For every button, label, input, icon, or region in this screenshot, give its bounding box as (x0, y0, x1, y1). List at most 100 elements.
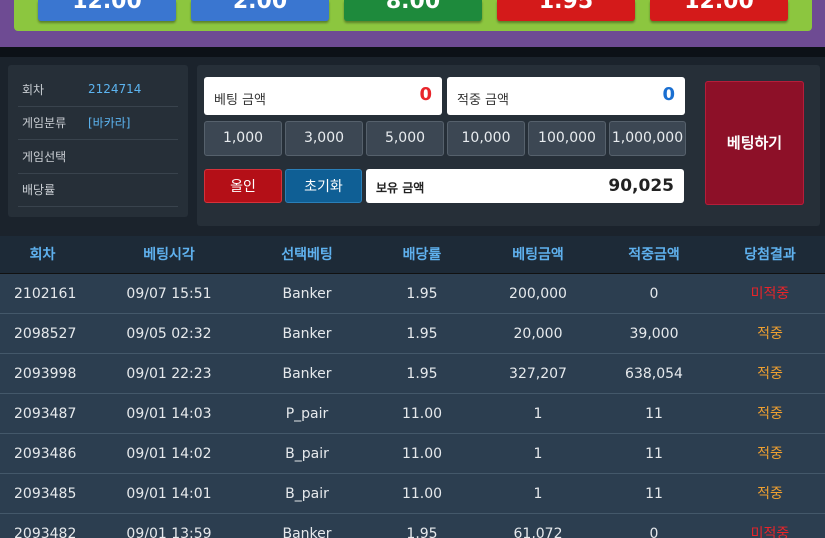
win-amount-value: 0 (662, 84, 675, 105)
row-selection: B_pair (285, 486, 329, 502)
row-selection: P_pair (285, 406, 329, 422)
holding-amount-field: 보유 금액 90,025 (366, 169, 684, 203)
all-in-button[interactable]: 올인 (204, 169, 282, 203)
row-round: 2093487 (14, 406, 77, 422)
header-selection: 선택베팅 (281, 247, 333, 263)
info-row-odds: 배당률 (18, 174, 178, 207)
info-row-selection: 게임선택 (18, 140, 178, 174)
table-row: 2093998 09/01 22:23 Banker 1.95 327,207 638,0… (0, 354, 825, 394)
row-result: 적중 (757, 486, 783, 502)
row-bet-time: 09/01 14:02 (126, 446, 212, 462)
row-odds: 11.00 (401, 486, 443, 502)
row-selection: Banker (282, 526, 332, 538)
row-win-amount: 11 (645, 446, 663, 462)
amount-button-10000[interactable]: 10,000 (447, 121, 525, 156)
bet-history-table: 회차 베팅시각 선택베팅 배당률 베팅금액 적중금액 당첨결과 2102161 0… (0, 236, 825, 538)
row-odds: 11.00 (401, 446, 443, 462)
row-round: 2093482 (14, 526, 77, 538)
info-row-round: 회차 2124714 (18, 73, 178, 107)
row-bet-time: 09/07 15:51 (126, 286, 212, 302)
odds-button-banker-pair[interactable]: 12.00 (650, 0, 788, 21)
table-row: 2093486 09/01 14:02 B_pair 11.00 1 11 적중 (0, 434, 825, 474)
table-row: 2093487 09/01 14:03 P_pair 11.00 1 11 적중 (0, 394, 825, 434)
row-odds: 1.95 (406, 526, 438, 538)
bet-amount-label: 베팅 금액 (214, 93, 266, 108)
odds-label: 배당률 (22, 183, 56, 198)
holding-value: 90,025 (608, 176, 674, 196)
divider (0, 47, 825, 57)
row-result: 적중 (757, 406, 783, 422)
category-label: 게임분류 (22, 116, 67, 131)
row-bet-amount: 20,000 (513, 326, 563, 342)
odds-strip: 12.00 2.00 8.00 1.95 12.00 (0, 0, 825, 47)
odds-button-tie[interactable]: 8.00 (344, 0, 482, 21)
row-round: 2098527 (14, 326, 77, 342)
row-win-amount: 11 (645, 406, 663, 422)
header-odds: 배당률 (402, 247, 442, 263)
row-round: 2093486 (14, 446, 77, 462)
bet-panel: 베팅 금액 0 적중 금액 0 1,000 3,000 5,000 10,000… (197, 65, 820, 226)
amount-button-1000[interactable]: 1,000 (204, 121, 282, 156)
bet-amount-field: 베팅 금액 0 (204, 77, 442, 115)
row-result: 미적중 (750, 286, 790, 302)
round-label: 회차 (22, 82, 45, 97)
table-row: 2102161 09/07 15:51 Banker 1.95 200,000 0 미적중 (0, 274, 825, 314)
row-selection: Banker (282, 286, 332, 302)
amount-button-100000[interactable]: 100,000 (528, 121, 606, 156)
header-bet-time: 베팅시각 (143, 247, 195, 263)
row-round: 2102161 (14, 286, 77, 302)
row-selection: Banker (282, 366, 332, 382)
odds-bar: 12.00 2.00 8.00 1.95 12.00 (14, 0, 812, 31)
row-result: 적중 (757, 446, 783, 462)
row-odds: 1.95 (406, 366, 438, 382)
odds-button-banker[interactable]: 1.95 (497, 0, 635, 21)
row-bet-amount: 327,207 (509, 366, 567, 382)
row-bet-amount: 1 (533, 406, 543, 422)
row-win-amount: 0 (649, 286, 659, 302)
header-win-amount: 적중금액 (628, 247, 680, 263)
odds-button-tie-pair[interactable]: 12.00 (38, 0, 176, 21)
info-row-category: 게임분류 [바카라] (18, 107, 178, 140)
bet-amount-value: 0 (419, 84, 432, 105)
row-result: 적중 (757, 326, 783, 342)
row-selection: Banker (282, 326, 332, 342)
table-row: 2093482 09/01 13:59 Banker 1.95 61,072 0 미적중 (0, 514, 825, 538)
amount-button-5000[interactable]: 5,000 (366, 121, 444, 156)
row-win-amount: 638,054 (625, 366, 683, 382)
row-odds: 11.00 (401, 406, 443, 422)
row-bet-amount: 1 (533, 486, 543, 502)
amount-button-1000000[interactable]: 1,000,000 (609, 121, 686, 156)
table-header: 회차 베팅시각 선택베팅 배당률 베팅금액 적중금액 당첨결과 (0, 236, 825, 274)
table-row: 2098527 09/05 02:32 Banker 1.95 20,000 39,000… (0, 314, 825, 354)
row-bet-amount: 61,072 (513, 526, 563, 538)
row-bet-time: 09/01 14:01 (126, 486, 212, 502)
game-info-panel: 회차 2124714 게임분류 [바카라] 게임선택 배당률 (8, 65, 188, 217)
row-win-amount: 11 (645, 486, 663, 502)
row-bet-amount: 200,000 (509, 286, 567, 302)
row-win-amount: 0 (649, 526, 659, 538)
row-odds: 1.95 (406, 286, 438, 302)
selection-label: 게임선택 (22, 149, 67, 164)
row-bet-time: 09/05 02:32 (126, 326, 212, 342)
header-bet-amount: 베팅금액 (512, 247, 564, 263)
row-bet-time: 09/01 14:03 (126, 406, 212, 422)
table-row: 2093485 09/01 14:01 B_pair 11.00 1 11 적중 (0, 474, 825, 514)
amount-button-3000[interactable]: 3,000 (285, 121, 363, 156)
row-result: 미적중 (750, 526, 790, 538)
table-body: 2102161 09/07 15:51 Banker 1.95 200,000 0 미적중 2… (0, 274, 825, 538)
row-bet-amount: 1 (533, 446, 543, 462)
win-amount-label: 적중 금액 (457, 93, 509, 108)
header-round: 회차 (29, 247, 56, 263)
row-round: 2093998 (14, 366, 77, 382)
round-value: 2124714 (88, 82, 142, 97)
header-result: 당첨결과 (744, 247, 796, 263)
place-bet-button[interactable]: 베팅하기 (705, 81, 804, 205)
row-result: 적중 (757, 366, 783, 382)
reset-button[interactable]: 초기화 (285, 169, 362, 203)
row-bet-time: 09/01 22:23 (126, 366, 212, 382)
row-odds: 1.95 (406, 326, 438, 342)
row-round: 2093485 (14, 486, 77, 502)
odds-button-player[interactable]: 2.00 (191, 0, 329, 21)
category-value: [바카라] (88, 116, 131, 131)
row-win-amount: 39,000 (629, 326, 679, 342)
